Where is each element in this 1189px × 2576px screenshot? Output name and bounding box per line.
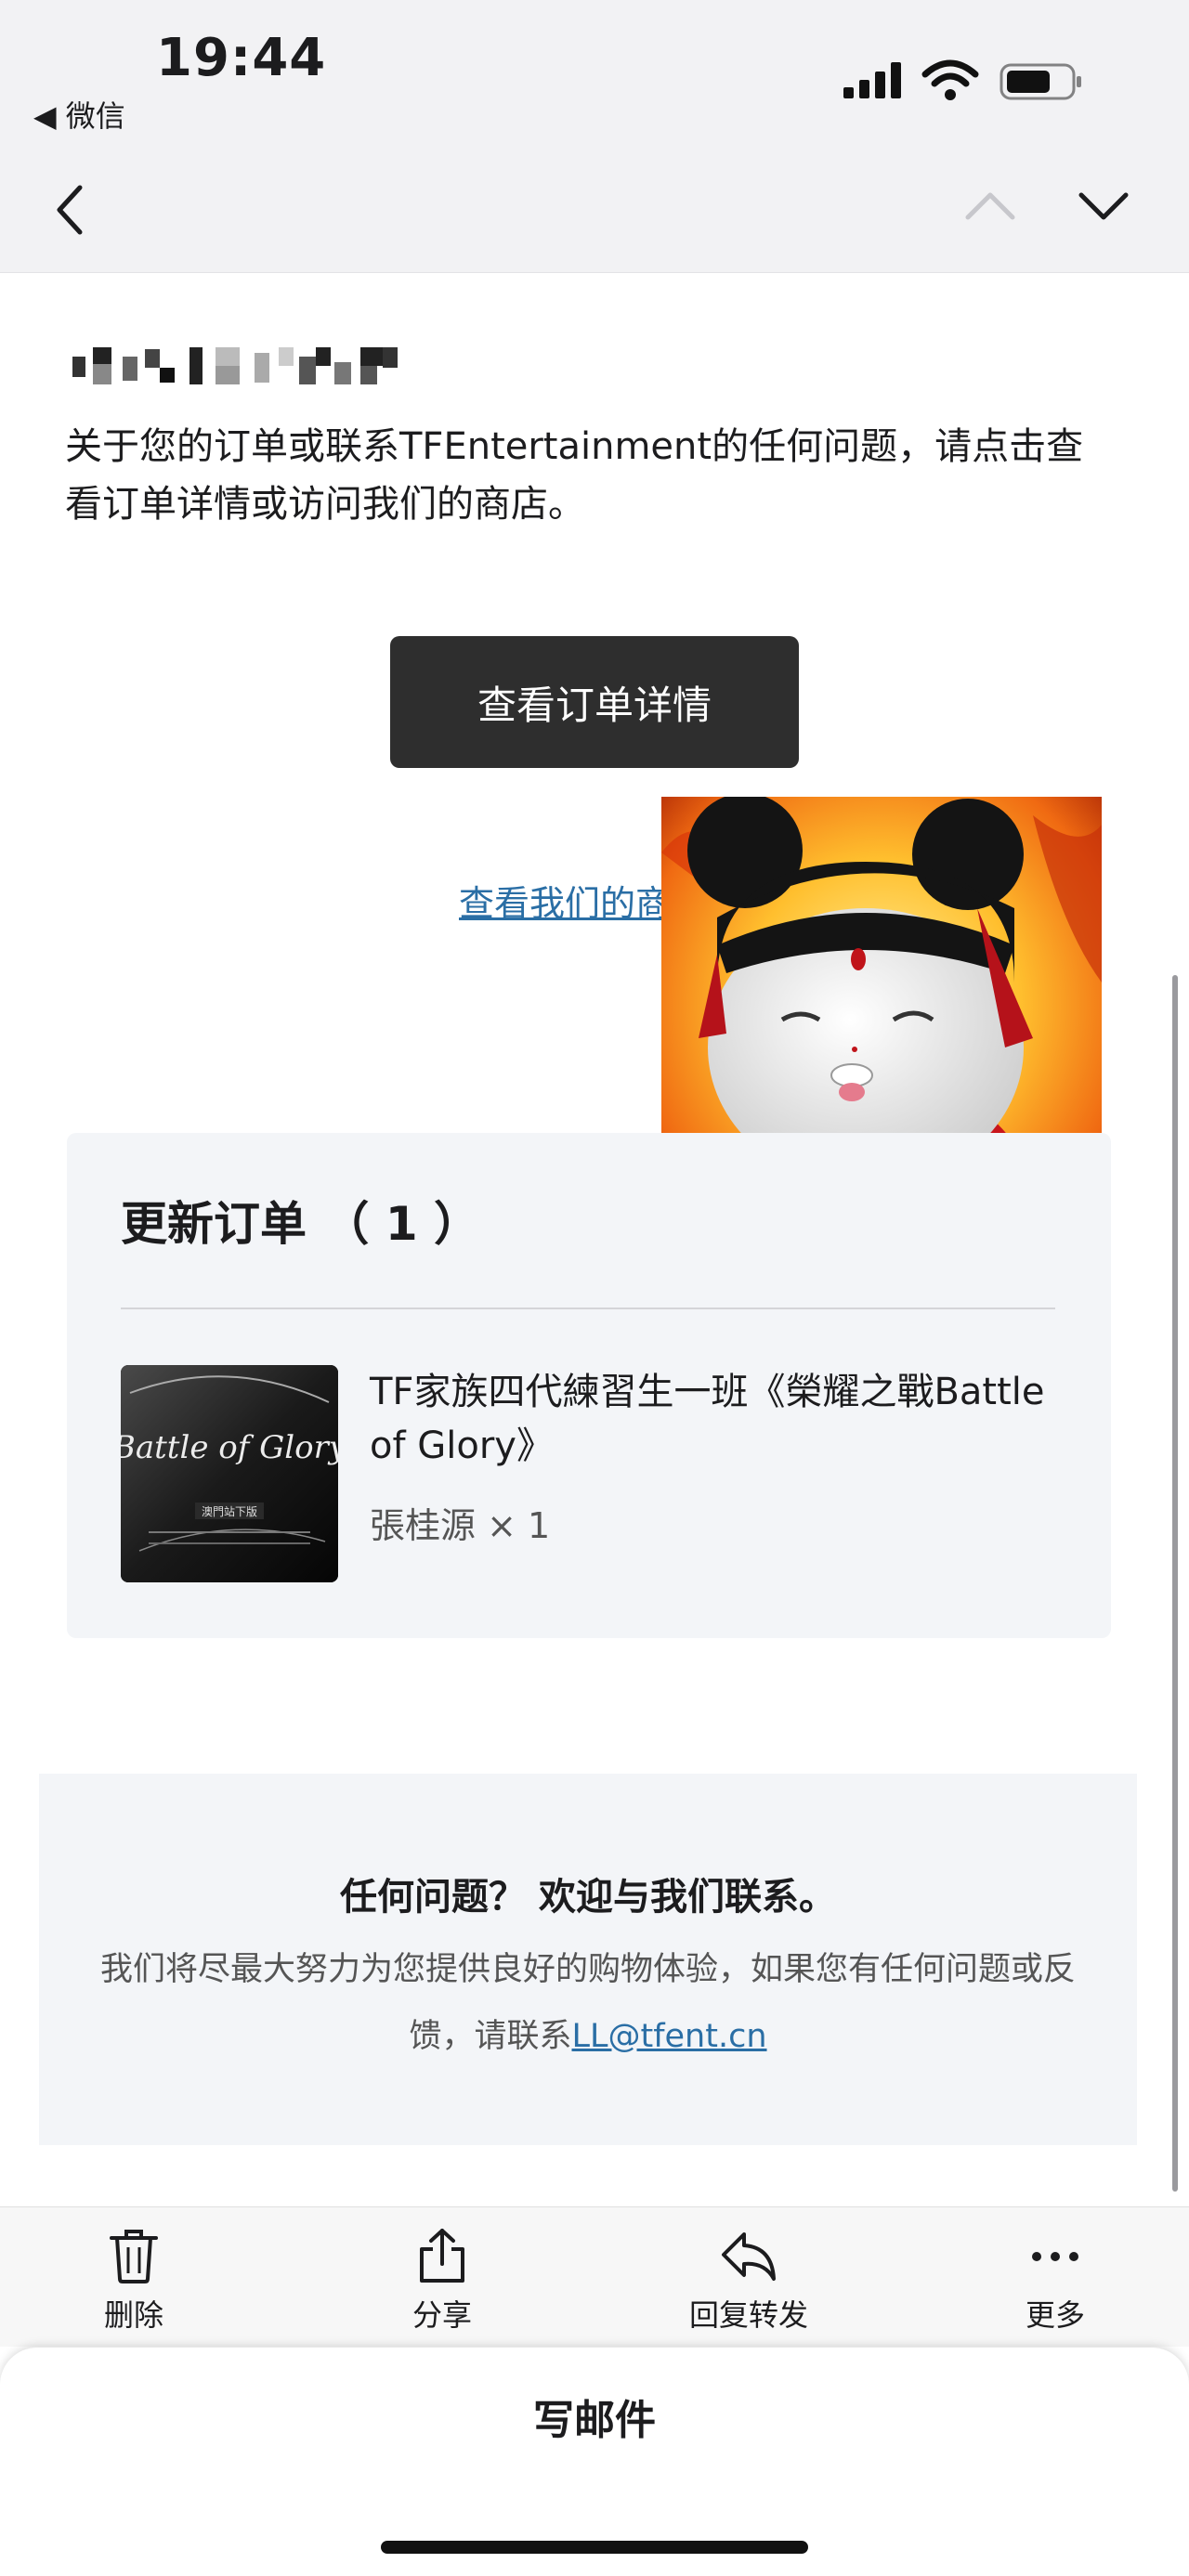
email-intro-text: 关于您的订单或联系TFEntertainment的任何问题，请点击查看订单详情或… (65, 425, 1084, 526)
battery-icon (1000, 63, 1081, 100)
product-variant: 張桂源 × 1 (370, 1505, 551, 1546)
reply-forward-button[interactable]: 回复转发 (656, 2227, 842, 2335)
share-label: 分享 (412, 2297, 472, 2333)
chevron-up-icon[interactable] (960, 182, 1020, 228)
more-button[interactable]: 更多 (962, 2227, 1148, 2335)
home-indicator (381, 2541, 808, 2554)
contact-body: 我们将尽最大努力为您提供良好的购物体验，如果您有任何问题或反馈，请联系LL@tf… (85, 1936, 1091, 2070)
back-to-app-link[interactable]: ◀ 微信 (33, 93, 125, 136)
view-order-details-button[interactable]: 查看订单详情 (390, 636, 799, 768)
signal-icon (843, 62, 901, 98)
divider (121, 1308, 1055, 1309)
status-time: 19:44 (156, 28, 327, 88)
product-cover-subtitle: 澳門站下版 (202, 1505, 257, 1518)
contact-title: 任何问题？ 欢迎与我们联系。 (340, 1876, 836, 1919)
product-thumbnail[interactable]: Battle of Glory 澳門站下版 (121, 1365, 338, 1582)
scrollbar[interactable] (1172, 975, 1178, 2192)
wifi-icon (921, 59, 979, 100)
chevron-left-icon[interactable] (46, 176, 93, 243)
product-name[interactable]: TF家族四代練習生一班《榮耀之戰Battle of Glory》 (370, 1365, 1076, 1473)
chevron-down-icon[interactable] (1074, 182, 1133, 228)
delete-label: 删除 (103, 2297, 163, 2333)
compose-label[interactable]: 写邮件 (0, 2387, 1189, 2446)
product-cover-image: Battle of Glory 澳門站下版 (121, 1365, 338, 1582)
trash-icon (110, 2230, 158, 2283)
more-icon (1032, 2252, 1078, 2261)
contact-email-link[interactable]: LL@tfent.cn (571, 2018, 766, 2055)
redacted-greeting (72, 347, 398, 384)
delete-button[interactable]: 删除 (41, 2227, 227, 2335)
more-label: 更多 (1025, 2297, 1085, 2333)
reply-forward-label: 回复转发 (688, 2297, 808, 2333)
order-card-title: 更新订单 （ 1 ） (121, 1197, 481, 1251)
reply-icon (722, 2232, 776, 2281)
share-button[interactable]: 分享 (349, 2227, 535, 2335)
share-icon (420, 2229, 464, 2283)
product-cover-title: Battle of Glory (121, 1429, 338, 1466)
